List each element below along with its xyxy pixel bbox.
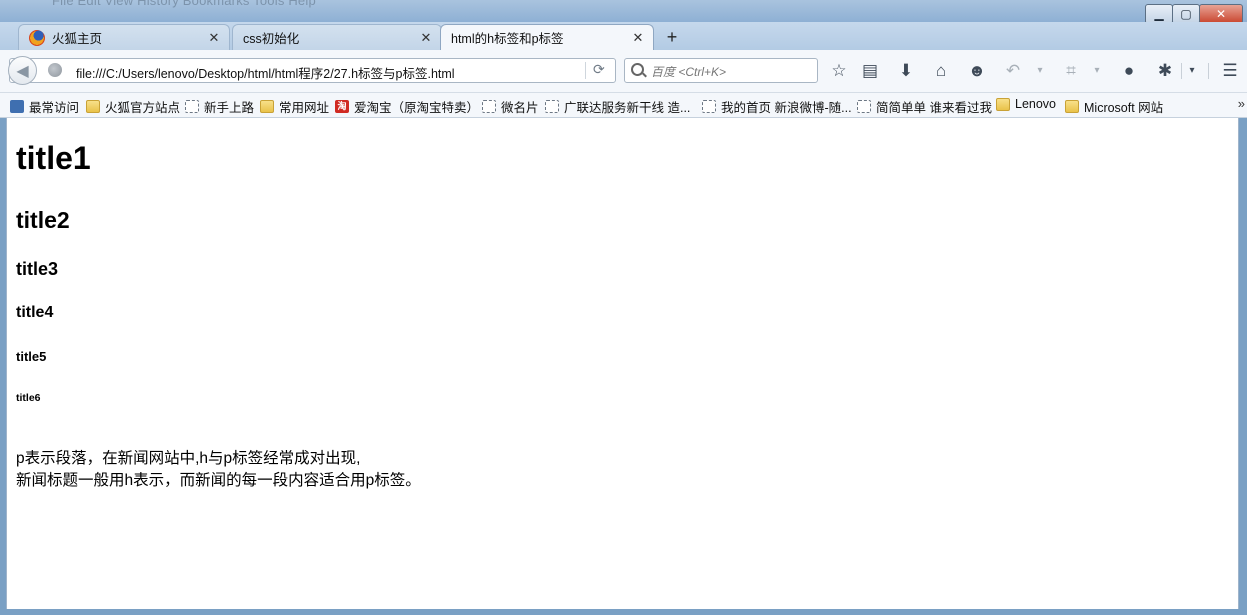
toolbar-separator	[1181, 63, 1182, 79]
maximize-button[interactable]: ▢	[1172, 4, 1200, 22]
minimize-button[interactable]: ▁	[1145, 4, 1173, 22]
close-tab-icon[interactable]: ✕	[207, 30, 221, 46]
reload-icon[interactable]: ⟳	[593, 61, 605, 78]
bookmark-label: 最常访问	[29, 101, 80, 115]
url-separator	[585, 62, 586, 79]
undo-dropdown-icon[interactable]: ▾	[1034, 60, 1046, 82]
paragraph-line-1: p表示段落，在新闻网站中,h与p标签经常成对出现,	[16, 449, 361, 467]
page-icon	[185, 100, 199, 113]
search-bar[interactable]: 百度 <Ctrl+K>	[624, 58, 818, 83]
folder-icon	[1065, 100, 1079, 113]
tab-css-init[interactable]: css初始化 ✕	[232, 24, 442, 50]
close-tab-icon[interactable]: ✕	[419, 30, 433, 46]
crop-icon[interactable]: ⌗	[1059, 60, 1083, 82]
comment-icon[interactable]: ●	[1117, 60, 1141, 82]
menu-icon[interactable]: ☰	[1218, 60, 1242, 82]
bookmark-label: 常用网址	[279, 101, 330, 115]
heading-3: title3	[16, 259, 59, 279]
bug-icon[interactable]: ✱	[1153, 60, 1177, 82]
close-tab-icon[interactable]: ✕	[631, 30, 645, 46]
search-icon	[631, 63, 644, 76]
folder-icon	[996, 97, 1010, 111]
bookmark-microsoft[interactable]: Microsoft 网站	[1065, 97, 1163, 116]
bookmark-label: 我的首页 新浪微博-随...	[721, 101, 852, 115]
bookmarks-bar: 最常访问 火狐官方站点 新手上路 常用网址 淘 爱淘宝（原淘宝特卖） 微名片 广…	[0, 93, 1247, 118]
page-icon	[702, 100, 716, 113]
url-bar[interactable]: ◀ file:///C:/Users/lenovo/Desktop/html/h…	[8, 56, 616, 85]
bookmark-micro-card[interactable]: 微名片	[482, 97, 539, 116]
bookmark-getting-started[interactable]: 新手上路	[185, 97, 254, 116]
bookmark-label: 爱淘宝（原淘宝特卖）	[354, 101, 480, 115]
menubar-ghost: File Edit View History Bookmarks Tools H…	[52, 0, 316, 8]
tab-label: 火狐主页	[52, 32, 103, 46]
bookmark-label: Lenovo	[1015, 97, 1057, 111]
close-window-button[interactable]: ✕	[1199, 4, 1243, 22]
heading-5: title5	[16, 349, 47, 364]
bookmark-star-icon[interactable]: ☆	[827, 60, 851, 82]
folder-icon	[86, 100, 100, 113]
tab-h-p-tags[interactable]: html的h标签和p标签 ✕	[440, 24, 654, 50]
crop-dropdown-icon[interactable]: ▾	[1091, 60, 1103, 82]
globe-icon	[48, 63, 62, 77]
paragraph-line-2: 新闻标题一般用h表示，而新闻的每一段内容适合用p标签。	[16, 471, 421, 489]
heading-6: title6	[16, 392, 41, 404]
bookmark-label: 火狐官方站点	[105, 101, 181, 115]
back-button[interactable]: ◀	[8, 56, 37, 85]
bookmark-who-visited[interactable]: 简简单单 谁来看过我	[857, 97, 992, 116]
bookmark-label: Microsoft 网站	[1084, 101, 1164, 115]
page-content: title1 title2 title3 title4 title5 title…	[6, 118, 1239, 610]
bookmark-label: 简简单单 谁来看过我	[876, 101, 992, 115]
bookmark-label: 广联达服务新干线 造...	[564, 101, 691, 115]
page-icon	[857, 100, 871, 113]
bookmark-lenovo[interactable]: Lenovo	[996, 97, 1056, 111]
bookmark-ai-taobao[interactable]: 淘 爱淘宝（原淘宝特卖）	[335, 97, 479, 116]
page-icon	[482, 100, 496, 113]
bookmark-label: 新手上路	[204, 101, 255, 115]
bookmark-label: 微名片	[501, 101, 539, 115]
toolbar-dropdown-icon[interactable]: ▾	[1186, 60, 1198, 82]
url-text[interactable]: file:///C:/Users/lenovo/Desktop/html/htm…	[76, 63, 455, 82]
tab-label: css初始化	[243, 32, 300, 46]
tab-firefox-home[interactable]: 火狐主页 ✕	[18, 24, 230, 50]
bookmark-most-visited[interactable]: 最常访问	[10, 97, 79, 116]
heading-4: title4	[16, 304, 54, 321]
navigation-bar: ◀ file:///C:/Users/lenovo/Desktop/html/h…	[0, 50, 1247, 93]
bookmark-glodon[interactable]: 广联达服务新干线 造...	[545, 97, 690, 116]
firefox-icon	[29, 29, 45, 46]
heading-2: title2	[16, 207, 70, 233]
window-titlebar: File Edit View History Bookmarks Tools H…	[0, 0, 1247, 22]
page-icon	[545, 100, 559, 113]
paragraph: p表示段落，在新闻网站中,h与p标签经常成对出现, 新闻标题一般用h表示，而新闻的…	[16, 448, 421, 492]
bookmark-firefox-official[interactable]: 火狐官方站点	[86, 97, 180, 116]
search-placeholder: 百度 <Ctrl+K>	[651, 65, 727, 79]
chat-icon[interactable]: ☻	[965, 60, 989, 82]
most-visited-icon	[10, 100, 24, 113]
new-tab-button[interactable]: +	[662, 26, 682, 48]
taobao-icon: 淘	[335, 100, 349, 113]
reading-list-icon[interactable]: ▤	[858, 60, 882, 82]
toolbar-separator	[1208, 63, 1209, 79]
tab-strip: 火狐主页 ✕ css初始化 ✕ html的h标签和p标签 ✕ +	[0, 22, 1247, 50]
bookmarks-overflow-icon[interactable]: »	[1238, 96, 1245, 111]
folder-icon	[260, 100, 274, 113]
heading-1: title1	[16, 140, 91, 176]
home-icon[interactable]: ⌂	[929, 60, 953, 82]
undo-icon[interactable]: ↶	[1001, 60, 1025, 82]
window-bottom-border	[0, 609, 1247, 615]
bookmark-sina-weibo[interactable]: 我的首页 新浪微博-随...	[702, 97, 852, 116]
tab-label: html的h标签和p标签	[451, 32, 564, 46]
download-icon[interactable]: ⬇	[894, 60, 918, 82]
bookmark-common-sites[interactable]: 常用网址	[260, 97, 329, 116]
window-controls: ▁ ▢ ✕	[1145, 4, 1243, 22]
